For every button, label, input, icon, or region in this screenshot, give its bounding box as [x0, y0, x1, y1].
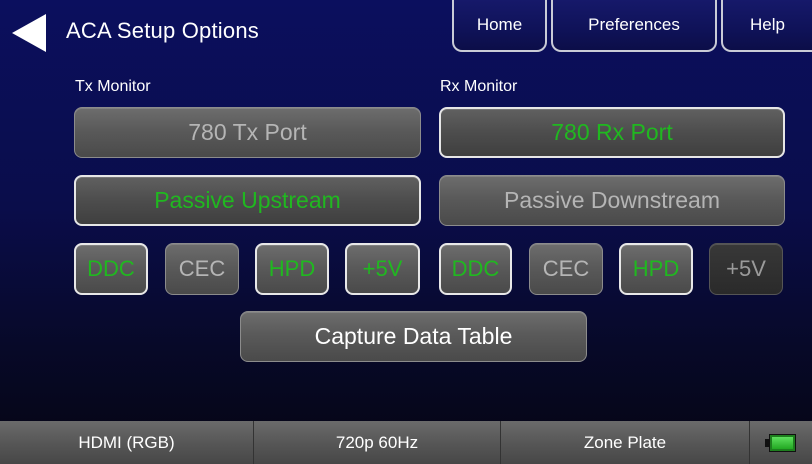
rx-port-button[interactable]: 780 Rx Port [439, 107, 785, 158]
tx-5v-toggle[interactable]: +5V [345, 243, 420, 295]
tx-monitor-label: Tx Monitor [75, 78, 151, 95]
tx-port-button[interactable]: 780 Tx Port [74, 107, 421, 158]
tx-ddc-toggle[interactable]: DDC [74, 243, 148, 295]
battery-status [750, 421, 812, 464]
status-format[interactable]: 720p 60Hz [254, 421, 501, 464]
tab-help[interactable]: Help [721, 0, 812, 52]
passive-downstream-button[interactable]: Passive Downstream [439, 175, 785, 226]
tab-preferences[interactable]: Preferences [551, 0, 717, 52]
capture-data-table-button[interactable]: Capture Data Table [240, 311, 587, 362]
status-bar: HDMI (RGB) 720p 60Hz Zone Plate [0, 421, 812, 464]
passive-upstream-button[interactable]: Passive Upstream [74, 175, 421, 226]
rx-5v-toggle[interactable]: +5V [709, 243, 783, 295]
tx-hpd-toggle[interactable]: HPD [255, 243, 329, 295]
battery-icon [765, 433, 797, 452]
header-bar: ACA Setup Options Home Preferences Help [0, 0, 812, 62]
rx-ddc-toggle[interactable]: DDC [439, 243, 512, 295]
rx-hpd-toggle[interactable]: HPD [619, 243, 693, 295]
status-interface[interactable]: HDMI (RGB) [0, 421, 254, 464]
rx-cec-toggle[interactable]: CEC [529, 243, 603, 295]
tx-cec-toggle[interactable]: CEC [165, 243, 239, 295]
rx-monitor-label: Rx Monitor [440, 78, 518, 95]
page-title: ACA Setup Options [66, 18, 259, 43]
status-pattern[interactable]: Zone Plate [501, 421, 750, 464]
tab-home[interactable]: Home [452, 0, 547, 52]
back-arrow-icon[interactable] [12, 14, 46, 52]
